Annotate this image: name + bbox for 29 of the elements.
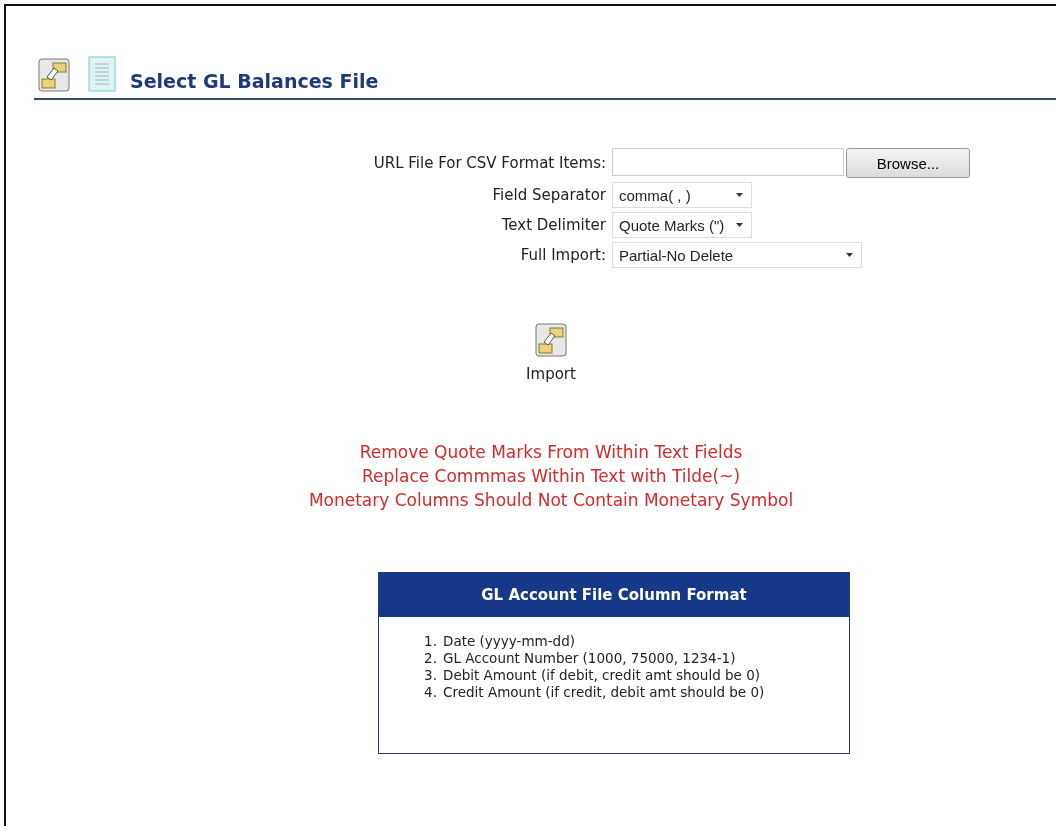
file-label: URL File For CSV Format Items: xyxy=(372,154,606,172)
file-transfer-icon xyxy=(535,323,567,357)
browse-button[interactable]: Browse... xyxy=(846,148,970,178)
file-path-field[interactable] xyxy=(612,148,844,176)
warning-note: Remove Quote Marks From Within Text Fields xyxy=(359,441,743,464)
file-transfer-icon[interactable] xyxy=(38,58,70,92)
dropdown[interactable]: Partial-No Delete xyxy=(612,242,862,268)
list-number: 3. xyxy=(423,667,437,684)
caret-icon xyxy=(736,223,743,227)
list-item: Debit Amount (if debit, credit amt should be 0) xyxy=(443,667,760,684)
list-item: GL Account Number (1000, 75000, 1234-1) xyxy=(443,650,736,667)
warning-note: Monetary Columns Should Not Contain Monetary Symbol xyxy=(308,489,794,512)
warning-note: Replace Commmas Within Text with Tilde(~) xyxy=(361,465,741,488)
dropdown[interactable]: Quote Marks (") xyxy=(612,212,752,238)
list-number: 4. xyxy=(423,684,437,701)
select-label: Field Separator xyxy=(491,186,606,204)
caret-icon xyxy=(736,193,743,197)
caret-icon xyxy=(846,253,853,257)
import-button[interactable]: Import xyxy=(520,322,582,384)
list-item: Credit Amount (if credit, debit amt should be 0) xyxy=(443,684,765,701)
select-label: Text Delimiter xyxy=(500,216,606,234)
panel-header: GL Account File Column Format xyxy=(379,573,849,617)
list-number: 1. xyxy=(423,633,437,650)
page-title: Select GL Balances File xyxy=(130,70,379,92)
select-label: Full Import: xyxy=(519,246,606,264)
dropdown[interactable]: comma( , ) xyxy=(612,182,752,208)
document-icon[interactable] xyxy=(88,56,116,92)
list-item: Date (yyyy-mm-dd) xyxy=(443,633,575,650)
list-number: 2. xyxy=(423,650,437,667)
